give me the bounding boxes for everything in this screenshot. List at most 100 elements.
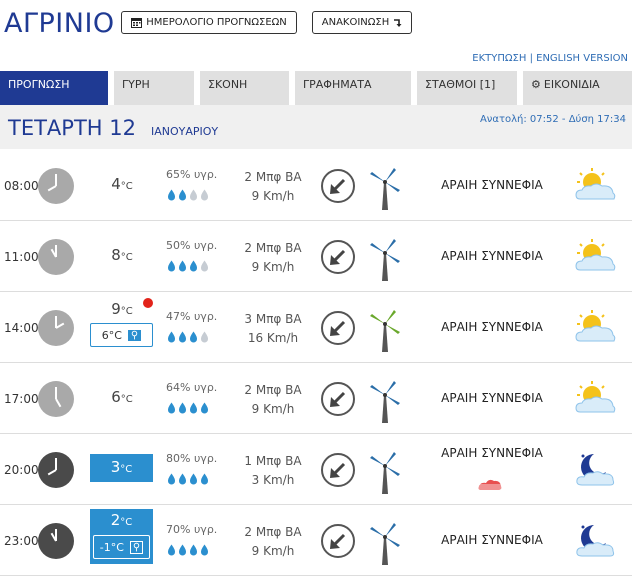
announcement-button[interactable]: ΑΝΑΚΟΙΝΩΣΗ <box>312 11 412 34</box>
humidity-drop-icon <box>179 260 186 272</box>
humidity-text: 80% υγρ. <box>166 452 218 465</box>
link-separator: | <box>526 53 537 64</box>
wind-turbine-icon <box>370 239 400 281</box>
humidity-drop-icon <box>201 402 208 414</box>
humidity-text: 70% υγρ. <box>166 523 218 536</box>
forecast-row: 08:00 4°C 65% υγρ. 2 Μπφ ΒΑ 9 Km/h ΑΡΑΙΗ… <box>0 150 632 221</box>
wind-info: 2 Μπφ ΒΑ 9 Km/h <box>234 381 312 419</box>
forecast-row: 17:00 6°C 64% υγρ. 2 Μπφ ΒΑ 9 Km/h ΑΡΑΙΗ… <box>0 363 632 434</box>
temperature-unit: °C <box>120 252 133 263</box>
wind-turbine-icon <box>370 381 400 423</box>
weather-condition: ΑΡΑΙΗ ΣΥΝΝΕΦΙΑ <box>441 533 543 547</box>
forecast-calendar-label: ΗΜΕΡΟΛΟΓΙΟ ΠΡΟΓΝΩΣΕΩΝ <box>146 17 287 28</box>
wind-direction-icon <box>321 382 355 416</box>
tab-stations[interactable]: ΣΤΑΘΜΟΙ [1] <box>417 71 517 105</box>
tab-dust[interactable]: ΣΚΟΝΗ <box>200 71 289 105</box>
humidity-drop-icon <box>168 331 175 343</box>
humidity-drop-icon <box>179 473 186 485</box>
temperature-unit: °C <box>120 394 133 405</box>
wind-speed: 9 Km/h <box>251 402 295 416</box>
temperature-value: 6 <box>111 388 121 406</box>
rain-cloud-icon <box>478 479 502 490</box>
temperature: 3°C <box>90 454 153 482</box>
humidity-drops <box>167 260 209 272</box>
temperature: 6°C <box>97 388 147 406</box>
humidity-text: 47% υγρ. <box>166 310 218 323</box>
tab-icons[interactable]: ⚙ ΕΙΚΟΝΙΔΙΑ <box>523 71 632 105</box>
wind-beaufort: 3 Μπφ ΒΑ <box>244 312 302 326</box>
temperature-unit: °C <box>120 517 133 528</box>
tab-pollen[interactable]: ΓΥΡΗ <box>114 71 194 105</box>
clock-icon <box>38 381 74 417</box>
date-bar: ΤΕΤΑΡΤΗ 12 ΙΑΝΟΥΑΡΙΟΥ Ανατολή: 07:52 - Δ… <box>0 105 632 149</box>
humidity-drop-icon <box>190 331 197 343</box>
sunrise-sunset: Ανατολή: 07:52 - Δύση 17:34 <box>479 114 626 125</box>
humidity-drop-icon <box>179 189 186 201</box>
tab-charts[interactable]: ΓΡΑΦΗΜΑΤΑ <box>295 71 411 105</box>
humidity-drop-icon <box>190 544 197 556</box>
temperature-unit: °C <box>120 306 133 317</box>
english-version-link[interactable]: ENGLISH VERSION <box>536 53 628 64</box>
tab-bar: ΠΡΟΓΝΩΣΗ ΓΥΡΗ ΣΚΟΝΗ ΓΡΑΦΗΜΑΤΑ ΣΤΑΘΜΟΙ [1… <box>0 71 632 105</box>
forecast-calendar-button[interactable]: ΗΜΕΡΟΛΟΓΙΟ ΠΡΟΓΝΩΣΕΩΝ <box>121 11 297 34</box>
wind-direction-icon <box>321 240 355 274</box>
humidity-drops <box>167 473 209 485</box>
forecast-row: 23:00 2°C -1°C ⚲ 70% υγρ. 2 Μπφ ΒΑ 9 Km/h <box>0 505 632 576</box>
tab-forecast[interactable]: ΠΡΟΓΝΩΣΗ <box>0 71 108 105</box>
forecast-time: 08:00 <box>4 179 39 193</box>
feels-like-badge: 6°C ⚲ <box>90 323 153 347</box>
print-link[interactable]: ΕΚΤΥΠΩΣΗ <box>472 53 526 64</box>
clock-icon <box>38 452 74 488</box>
wind-beaufort: 2 Μπφ ΒΑ <box>244 170 302 184</box>
turn-arrow-icon <box>394 18 402 27</box>
humidity-drop-icon <box>190 189 197 201</box>
temperature-value: 9 <box>111 300 121 318</box>
wind-speed: 9 Km/h <box>251 260 295 274</box>
clock-icon <box>38 239 74 275</box>
humidity-drop-icon <box>201 473 208 485</box>
humidity-text: 50% υγρ. <box>166 239 218 252</box>
tab-icons-label: ΕΙΚΟΝΙΔΙΑ <box>543 78 600 91</box>
person-icon: ⚲ <box>129 540 144 554</box>
forecast-time: 14:00 <box>4 321 39 335</box>
temperature: 4°C <box>97 175 147 193</box>
humidity-drop-icon <box>190 402 197 414</box>
wind-info: 2 Μπφ ΒΑ 9 Km/h <box>234 168 312 206</box>
humidity-drop-icon <box>168 189 175 201</box>
humidity-drop-icon <box>201 331 208 343</box>
wind-info: 2 Μπφ ΒΑ 9 Km/h <box>234 523 312 561</box>
weather-condition: ΑΡΑΙΗ ΣΥΝΝΕΦΙΑ <box>441 391 543 405</box>
temperature-value: 3 <box>110 458 121 476</box>
humidity-drops <box>167 402 209 414</box>
humidity-text: 64% υγρ. <box>166 381 218 394</box>
humidity-drop-icon <box>201 260 208 272</box>
wind-beaufort: 2 Μπφ ΒΑ <box>244 241 302 255</box>
feels-like-badge: -1°C ⚲ <box>93 535 150 559</box>
wind-turbine-icon <box>370 310 400 352</box>
wind-beaufort: 1 Μπφ ΒΑ <box>244 454 302 468</box>
sun-cloud-icon <box>575 310 616 342</box>
weather-condition: ΑΡΑΙΗ ΣΥΝΝΕΦΙΑ <box>441 320 543 334</box>
forecast-list: 08:00 4°C 65% υγρ. 2 Μπφ ΒΑ 9 Km/h ΑΡΑΙΗ… <box>0 150 632 576</box>
wind-turbine-icon <box>370 452 400 494</box>
temperature-unit: °C <box>120 181 133 192</box>
humidity-drop-icon <box>179 402 186 414</box>
moon-cloud-icon <box>576 454 615 486</box>
humidity-drop-icon <box>179 331 186 343</box>
forecast-row: 11:00 8°C 50% υγρ. 2 Μπφ ΒΑ 9 Km/h ΑΡΑΙΗ… <box>0 221 632 292</box>
forecast-time: 11:00 <box>4 250 39 264</box>
wind-turbine-icon <box>370 168 400 210</box>
clock-icon <box>38 168 74 204</box>
humidity-drops <box>167 331 209 343</box>
sun-cloud-icon <box>575 239 616 271</box>
month-label: ΙΑΝΟΥΑΡΙΟΥ <box>151 125 219 138</box>
wind-speed: 9 Km/h <box>251 189 295 203</box>
weather-condition: ΑΡΑΙΗ ΣΥΝΝΕΦΙΑ <box>441 249 543 263</box>
humidity-drop-icon <box>168 402 175 414</box>
wind-beaufort: 2 Μπφ ΒΑ <box>244 383 302 397</box>
feels-like-value: -1°C <box>99 540 124 554</box>
calendar-icon <box>131 18 143 28</box>
wind-speed: 16 Km/h <box>247 331 299 345</box>
humidity-text: 65% υγρ. <box>166 168 218 181</box>
temperature: 8°C <box>97 246 147 264</box>
